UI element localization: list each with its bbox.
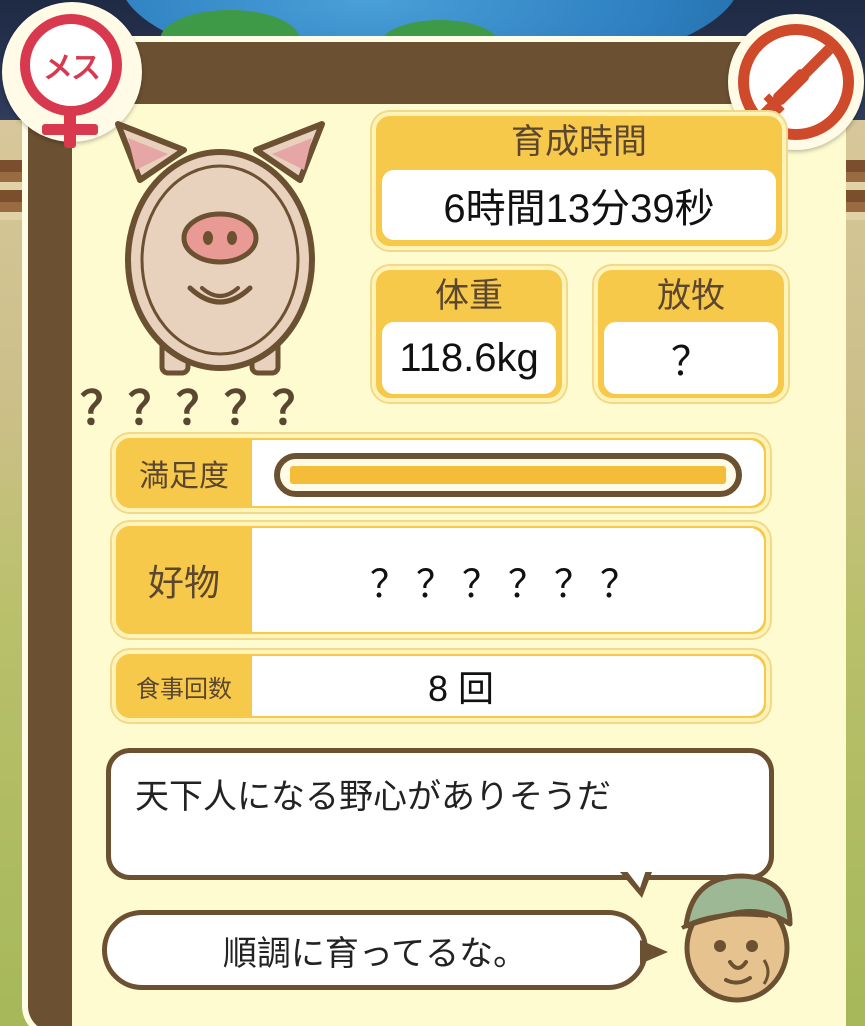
meal-count-value: 8 回 <box>252 656 764 716</box>
comment-text: 天下人になる野心がありそうだ <box>135 777 611 817</box>
raise-time-value: 6時間13分39秒 <box>382 170 776 240</box>
meal-count-row: 食事回数 8 回 <box>112 650 770 722</box>
meal-count-label: 食事回数 <box>136 674 232 703</box>
satisfaction-row: 満足度 <box>112 434 770 512</box>
satisfaction-label: 満足度 <box>139 459 229 494</box>
gender-label: メス <box>43 51 101 86</box>
satisfaction-value <box>252 440 764 506</box>
satisfaction-bar-fill <box>290 466 726 484</box>
status-bubble: 順調に育ってるな。 <box>102 910 648 990</box>
pig-illustration[interactable] <box>110 120 330 380</box>
grazing-label: 放牧 <box>657 276 725 316</box>
grazing-box[interactable]: 放牧 ？ <box>594 266 788 402</box>
pig-name: ？？？？？ <box>80 381 320 435</box>
weight-label: 体重 <box>435 276 503 316</box>
favorite-food-label: 好物 <box>147 563 220 604</box>
comment-bubble: 天下人になる野心がありそうだ <box>106 748 774 880</box>
weight-box: 体重 118.6kg <box>372 266 566 402</box>
satisfaction-bar <box>274 453 742 497</box>
raise-time-label: 育成時間 <box>511 122 647 162</box>
favorite-food-value: ？？？？？？ <box>252 528 764 632</box>
raise-time-box: 育成時間 6時間13分39秒 <box>372 112 786 250</box>
farmer-avatar[interactable] <box>672 866 802 1006</box>
status-text: 順調に育ってるな。 <box>222 933 528 974</box>
weight-value: 118.6kg <box>382 322 556 394</box>
grazing-value: ？ <box>604 322 778 394</box>
favorite-food-row: 好物 ？？？？？？ <box>112 522 770 638</box>
female-icon: メス <box>20 14 122 116</box>
